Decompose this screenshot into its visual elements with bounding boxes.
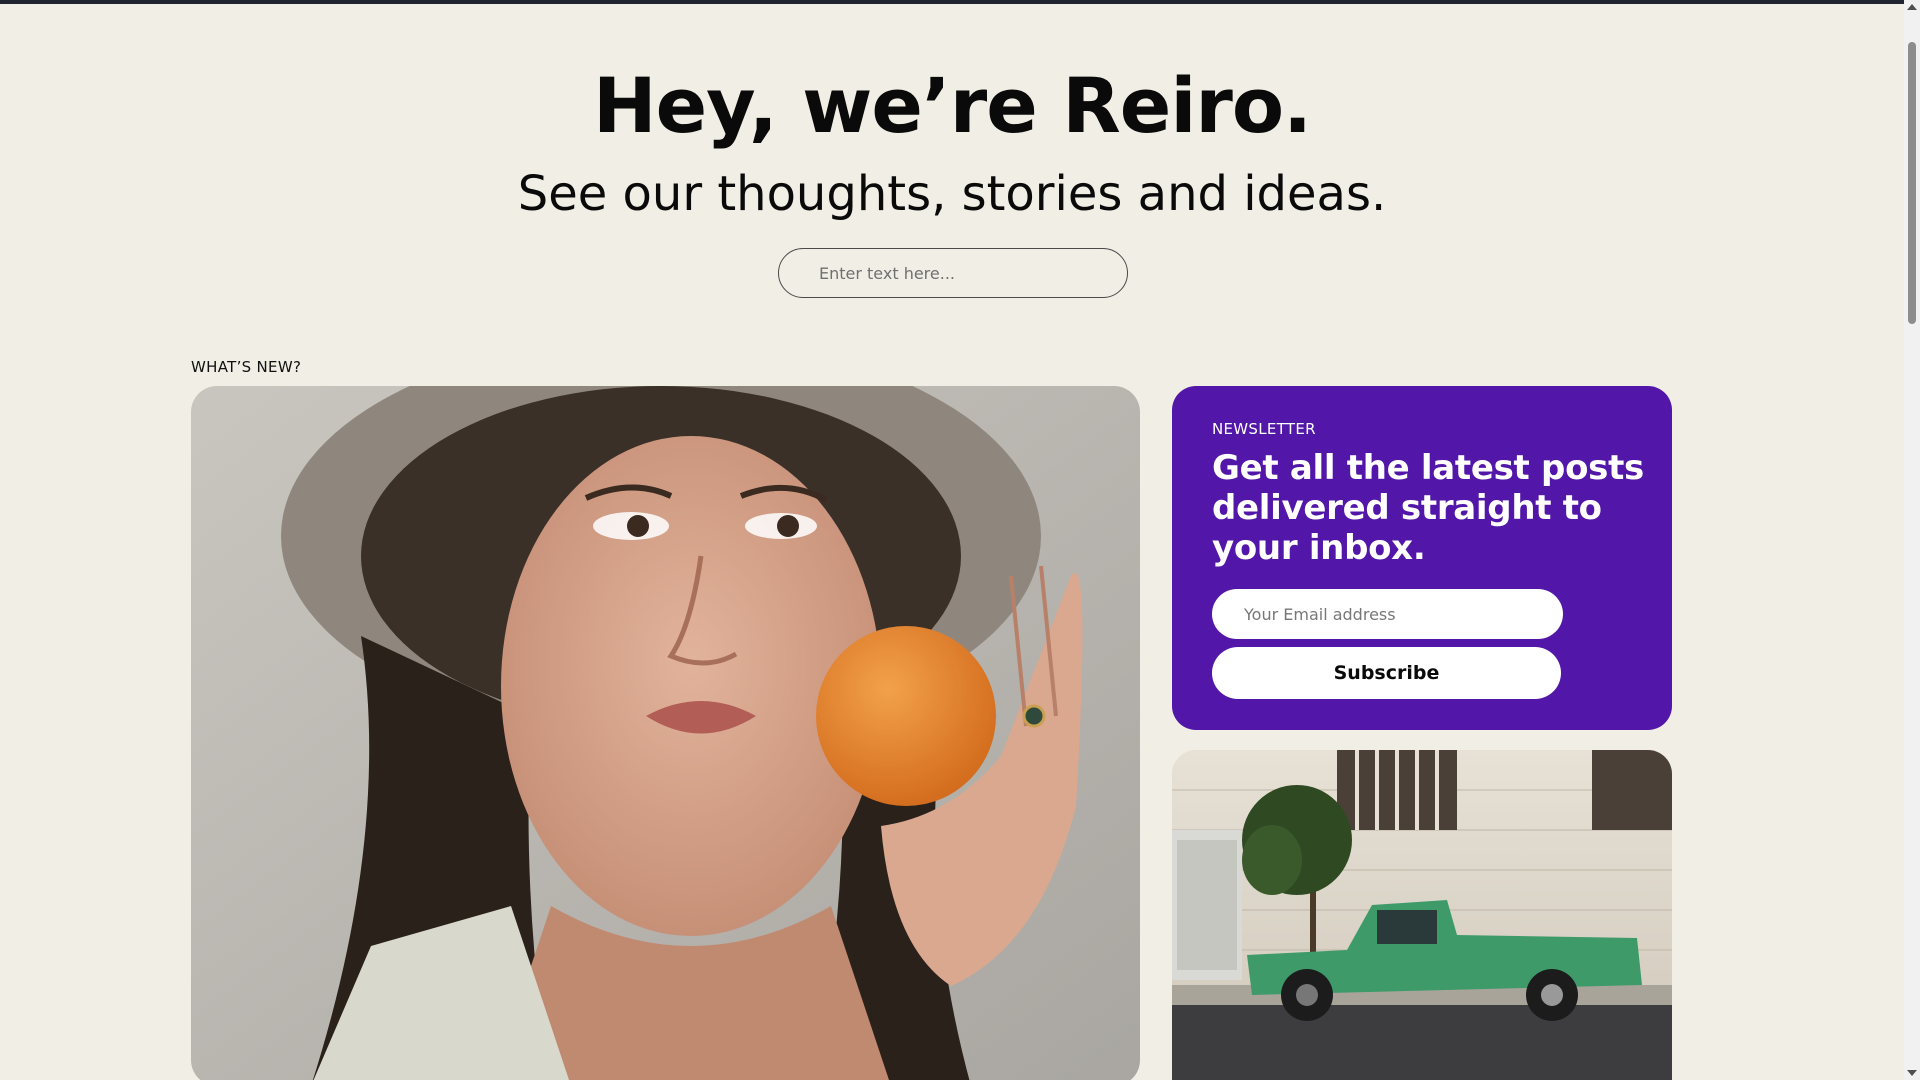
newsletter-card: NEWSLETTER Get all the latest posts deli… [1172,386,1672,730]
top-bar [0,0,1904,4]
featured-post-image[interactable] [191,386,1140,1080]
newsletter-label: NEWSLETTER [1212,420,1316,438]
scroll-up-icon[interactable] [1907,4,1917,10]
page-title: Hey, we’re Reiro. [593,61,1312,150]
scroll-down-icon[interactable] [1907,1070,1917,1076]
newsletter-title: Get all the latest posts delivered strai… [1212,448,1644,568]
search-input[interactable] [778,248,1128,298]
green-pickup-truck-photo [1172,750,1672,1080]
section-label: WHAT’S NEW? [191,358,302,376]
post-card-image[interactable] [1172,750,1672,1080]
email-field[interactable] [1212,589,1563,639]
page-scrollbar[interactable] [1904,0,1920,1080]
woman-hat-orange-photo [191,386,1140,1080]
subscribe-button[interactable]: Subscribe [1212,647,1561,699]
scrollbar-thumb[interactable] [1908,42,1916,324]
page-subtitle: See our thoughts, stories and ideas. [517,166,1387,222]
